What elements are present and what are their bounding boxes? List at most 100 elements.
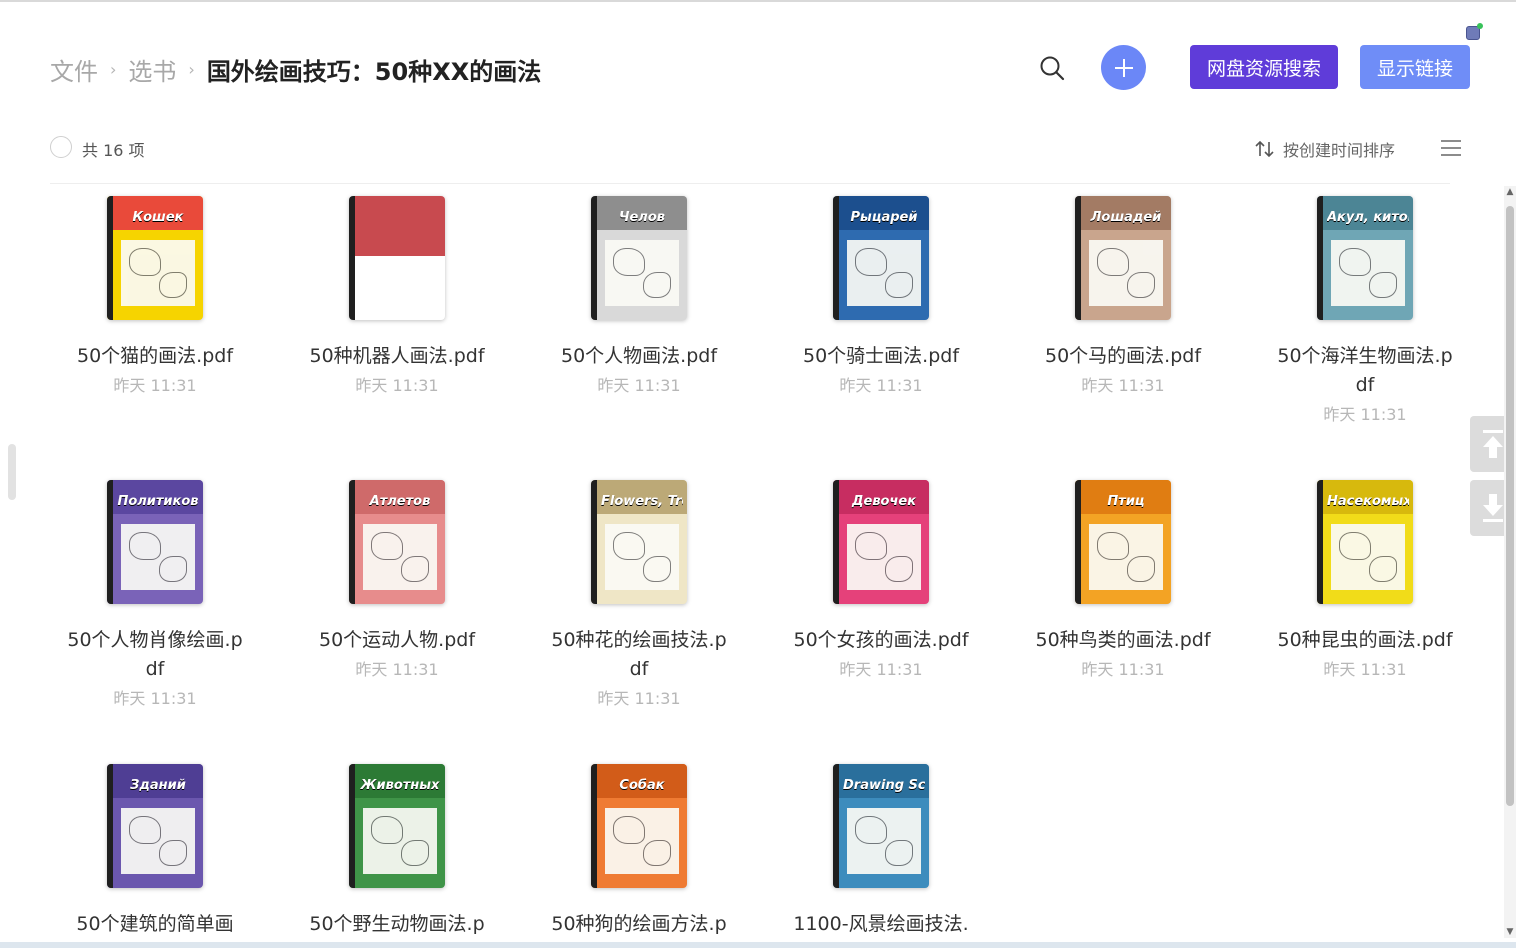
file-name[interactable]: 50个海洋生物画法.pdf [1244,342,1486,400]
cover-title: Атлетов [369,494,431,509]
cover-title: Челов [618,210,665,225]
file-name[interactable]: 50个马的画法.pdf [1002,342,1244,371]
scroll-down-arrow-icon[interactable]: ▼ [1504,926,1516,938]
file-name[interactable]: 50种鸟类的画法.pdf [1002,626,1244,655]
file-item[interactable]: Атлетов 50个运动人物.pdf 昨天 11:31 [276,468,518,680]
cover-illustration [121,240,195,306]
file-time: 昨天 11:31 [355,660,439,679]
cover-illustration [1331,240,1405,306]
cover-title: Зданий [130,778,186,793]
cover-illustration [605,524,679,590]
file-name[interactable]: 50个猫的画法.pdf [34,342,276,371]
search-icon [1040,56,1065,81]
file-name[interactable]: 50个人物画法.pdf [518,342,760,371]
file-item[interactable]: Собак50种狗的绘画方法.pdf昨天 11:31 [518,752,760,948]
sort-label: 按创建时间排序 [1283,141,1396,160]
pdf-cover-thumbnail: Акул, китов [1317,196,1413,320]
breadcrumb: 文件 › 选书 › 国外绘画技巧：50种XX的画法 [50,50,541,88]
file-item[interactable]: Кошек 50个猫的画法.pdf 昨天 11:31 [34,184,276,396]
file-time: 昨天 11:31 [1081,660,1165,679]
pdf-cover-thumbnail: Drawing Scenery [833,764,929,888]
cover-title: Насекомых [1327,494,1409,509]
cover-title: Акул, китов [1327,210,1409,225]
file-time: 昨天 11:31 [597,376,681,395]
sort-arrows-icon [1255,140,1274,158]
cover-title: Кошек [132,210,184,225]
file-time: 昨天 11:31 [1323,405,1407,424]
show-link-button[interactable]: 显示链接 [1360,45,1470,89]
item-count: 共 16 项 [82,141,145,160]
scrollbar-thumb[interactable] [1506,206,1514,806]
file-name[interactable]: 50种昆虫的画法.pdf [1244,626,1486,655]
vertical-scrollbar[interactable]: ▲ ▼ [1504,186,1516,938]
cover-title: Собак [619,778,665,793]
breadcrumb-separator: › [188,59,195,79]
file-time: 昨天 11:31 [355,376,439,395]
cover-illustration [847,524,921,590]
file-name[interactable]: 50个运动人物.pdf [276,626,518,655]
file-name[interactable]: 50个女孩的画法.pdf [760,626,1002,655]
pdf-cover-thumbnail: Собак [591,764,687,888]
breadcrumb-item-select-books[interactable]: 选书 [128,52,176,87]
cover-illustration [363,808,437,874]
file-grid: Кошек 50个猫的画法.pdf 昨天 11:31 50种机器人画法.pdf 昨天 1… [34,184,1490,948]
cover-illustration [605,240,679,306]
pdf-cover-thumbnail: Политиков [107,480,203,604]
sidebar-toggle-handle[interactable] [8,444,16,500]
breadcrumb-item-files[interactable]: 文件 [50,52,98,87]
netdisk-search-button[interactable]: 网盘资源搜索 [1190,45,1338,89]
cover-title: Политиков [117,494,199,509]
cover-title: Девочек [851,494,917,509]
view-toggle-button[interactable] [1440,138,1462,158]
file-item[interactable]: Flowers, Trees 50种花的绘画技法.pdf 昨天 11:31 [518,468,760,709]
cover-illustration [1089,240,1163,306]
file-item[interactable]: Птиц 50种鸟类的画法.pdf 昨天 11:31 [1002,468,1244,680]
file-name[interactable]: 50种花的绘画技法.pdf [518,626,760,684]
file-item[interactable]: Животных50个野生动物画法.pdf昨天 11:31 [276,752,518,948]
file-name[interactable]: 50种机器人画法.pdf [276,342,518,371]
add-button[interactable] [1101,45,1146,90]
pdf-cover-thumbnail: Кошек [107,196,203,320]
pdf-cover-thumbnail: Насекомых [1317,480,1413,604]
file-item[interactable]: Девочек 50个女孩的画法.pdf 昨天 11:31 [760,468,1002,680]
select-all-checkbox[interactable] [50,136,72,158]
extension-badge-icon[interactable] [1466,23,1483,40]
pdf-cover-thumbnail: Рыцарей [833,196,929,320]
cover-illustration [121,808,195,874]
cover-illustration [1331,524,1405,590]
cover-title: Рыцарей [850,210,918,225]
search-button[interactable] [1038,54,1068,84]
pdf-cover-thumbnail: Атлетов [349,480,445,604]
pdf-cover-thumbnail: Животных [349,764,445,888]
file-item[interactable]: 50种机器人画法.pdf 昨天 11:31 [276,184,518,396]
plus-icon [1114,58,1133,77]
file-name[interactable]: 50个骑士画法.pdf [760,342,1002,371]
cover-title [359,210,441,228]
cover-illustration [847,808,921,874]
file-time: 昨天 11:31 [1081,376,1165,395]
cover-title: Drawing Scenery [843,778,925,793]
page-title: 国外绘画技巧：50种XX的画法 [206,57,542,86]
file-time: 昨天 11:31 [113,376,197,395]
sort-button[interactable]: 按创建时间排序 [1255,137,1395,161]
file-item[interactable]: Drawing Scenery1100-风景绘画技法.pdf昨天 11:31 [760,752,1002,948]
breadcrumb-separator: › [110,59,117,79]
file-item[interactable]: Челов 50个人物画法.pdf 昨天 11:31 [518,184,760,396]
pdf-cover-thumbnail: Челов [591,196,687,320]
file-item[interactable]: Зданий50个建筑的简单画法.pdf昨天 11:31 [34,752,276,948]
scroll-up-arrow-icon[interactable]: ▲ [1504,186,1516,198]
cover-illustration [1089,524,1163,590]
list-view-icon [1441,140,1461,156]
pdf-cover-thumbnail: Зданий [107,764,203,888]
cover-illustration [847,240,921,306]
cover-illustration [605,808,679,874]
cover-illustration [363,524,437,590]
file-item[interactable]: Лошадей 50个马的画法.pdf 昨天 11:31 [1002,184,1244,396]
file-item[interactable]: Акул, китов 50个海洋生物画法.pdf 昨天 11:31 [1244,184,1486,425]
file-name[interactable]: 50个人物肖像绘画.pdf [34,626,276,684]
file-time: 昨天 11:31 [1323,660,1407,679]
cover-illustration [121,524,195,590]
file-item[interactable]: Насекомых 50种昆虫的画法.pdf 昨天 11:31 [1244,468,1486,680]
file-item[interactable]: Рыцарей 50个骑士画法.pdf 昨天 11:31 [760,184,1002,396]
file-item[interactable]: Политиков 50个人物肖像绘画.pdf 昨天 11:31 [34,468,276,709]
